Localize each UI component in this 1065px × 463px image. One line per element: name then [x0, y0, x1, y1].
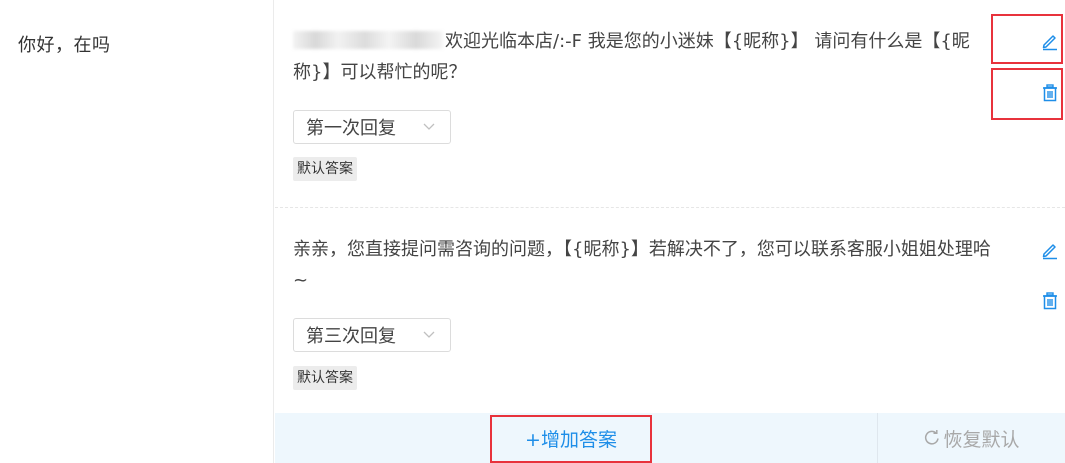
question-cell: 你好，在吗: [0, 0, 274, 463]
delete-button-2[interactable]: [1038, 289, 1062, 313]
delete-button-1[interactable]: [1038, 81, 1062, 105]
restore-default-label: 恢复默认: [943, 428, 1020, 451]
reply-order-select-1[interactable]: 第一次回复: [293, 110, 451, 144]
answer-text-1: 欢迎光临本店/:-F 我是您的小迷妹【{昵称}】 请问有什么是【{昵称}】可以帮…: [293, 26, 999, 88]
answer-text-2: 亲亲，您直接提问需咨询的问题，【{昵称}】若解决不了，您可以联系客服小姐姐处理哈…: [293, 239, 991, 291]
answer-item-2: 亲亲，您直接提问需咨询的问题，【{昵称}】若解决不了，您可以联系客服小姐姐处理哈…: [275, 209, 1065, 413]
blurred-shop-name: [293, 31, 443, 49]
pencil-icon: [1042, 35, 1057, 51]
default-answer-tag-1: 默认答案: [293, 157, 357, 181]
add-answer-button[interactable]: +增加答案: [490, 413, 652, 463]
question-text: 你好，在吗: [18, 35, 111, 56]
reply-order-value-2: 第三次回复: [306, 326, 396, 347]
edit-button-2[interactable]: [1038, 238, 1062, 262]
answer-item-1: 欢迎光临本店/:-F 我是您的小迷妹【{昵称}】 请问有什么是【{昵称}】可以帮…: [275, 0, 1065, 208]
pencil-icon: [1042, 244, 1057, 260]
refresh-icon: [925, 430, 940, 445]
reply-order-select-2[interactable]: 第三次回复: [293, 318, 451, 352]
chevron-down-icon: [423, 123, 435, 130]
restore-default-button[interactable]: 恢复默认: [878, 413, 1065, 463]
chevron-down-icon: [423, 331, 435, 338]
answers-cell: 欢迎光临本店/:-F 我是您的小迷妹【{昵称}】 请问有什么是【{昵称}】可以帮…: [275, 0, 1065, 463]
auto-reply-row: 你好，在吗 欢迎光临本店/:-F 我是您的小迷妹【{昵称}】 请问有什么是【{昵…: [0, 0, 1065, 463]
default-answer-tag-2: 默认答案: [293, 366, 357, 390]
trash-icon: [1043, 292, 1057, 310]
answer-actions-bar: +增加答案 恢复默认: [275, 413, 1065, 463]
reply-order-value-1: 第一次回复: [306, 118, 396, 139]
edit-button-1[interactable]: [1038, 29, 1062, 53]
trash-icon: [1043, 84, 1057, 102]
